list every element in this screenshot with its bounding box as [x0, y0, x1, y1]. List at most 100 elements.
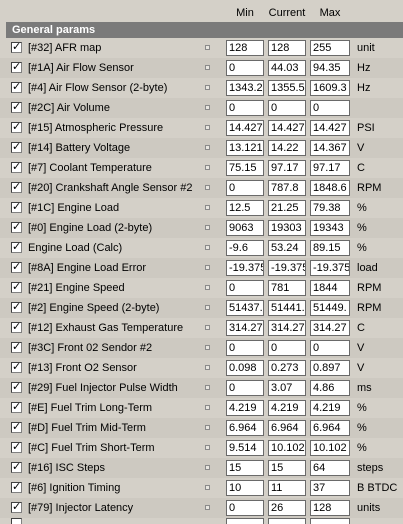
- graph-toggle-icon[interactable]: [205, 305, 210, 310]
- param-checkbox[interactable]: [11, 280, 22, 293]
- max-value-field: 19343: [310, 220, 350, 236]
- param-unit: V: [357, 362, 365, 374]
- current-value-field: -19.375: [268, 260, 306, 276]
- param-row[interactable]: [#E] Fuel Trim Long-Term4.2194.2194.219%: [0, 398, 403, 418]
- graph-toggle-icon[interactable]: [205, 125, 210, 130]
- param-row[interactable]: [#2] Engine Speed (2-byte) 51437.51441.51…: [0, 298, 403, 318]
- graph-toggle-icon[interactable]: [205, 285, 210, 290]
- param-name: [#3C] Front 02 Sendor #2: [28, 342, 153, 354]
- graph-toggle-icon[interactable]: [205, 265, 210, 270]
- param-row[interactable]: [#79] Injector Latency 026128 units: [0, 498, 403, 518]
- param-row[interactable]: [#21] Engine Speed 07811844 RPM: [0, 278, 403, 298]
- param-checkbox[interactable]: [11, 100, 22, 113]
- param-checkbox[interactable]: [11, 500, 22, 513]
- param-unit: unit: [357, 42, 375, 54]
- graph-toggle-icon[interactable]: [205, 225, 210, 230]
- param-row[interactable]: [#14] Battery Voltage 13.12114.2214.367 V: [0, 138, 403, 158]
- min-value-field: 75.15: [226, 160, 264, 176]
- graph-toggle-icon[interactable]: [205, 485, 210, 490]
- param-checkbox[interactable]: [11, 140, 22, 153]
- max-value-field: 4.86: [310, 380, 350, 396]
- graph-toggle-icon[interactable]: [205, 365, 210, 370]
- current-value-field: 26: [268, 500, 306, 516]
- graph-toggle-icon[interactable]: [205, 145, 210, 150]
- param-checkbox[interactable]: [11, 440, 22, 453]
- param-row[interactable]: [#8A] Engine Load Error-19.375-19.375-19…: [0, 258, 403, 278]
- param-checkbox[interactable]: [11, 480, 22, 493]
- param-row[interactable]: [#32] AFR map128128255unit: [0, 38, 403, 58]
- param-row[interactable]: [#4] Air Flow Sensor (2-byte) 1343.21355.…: [0, 78, 403, 98]
- graph-toggle-icon[interactable]: [205, 165, 210, 170]
- param-name: [#0] Engine Load (2-byte): [28, 222, 153, 234]
- param-checkbox[interactable]: [11, 260, 22, 273]
- param-checkbox[interactable]: [11, 220, 22, 233]
- graph-toggle-icon[interactable]: [205, 505, 210, 510]
- graph-toggle-icon[interactable]: [205, 205, 210, 210]
- graph-toggle-icon[interactable]: [205, 465, 210, 470]
- param-row[interactable]: [#7] Coolant Temperature75.1597.1797.17C: [0, 158, 403, 178]
- param-name: [#1A] Air Flow Sensor: [28, 62, 134, 74]
- param-checkbox[interactable]: [11, 80, 22, 93]
- param-row[interactable]: [#D] Fuel Trim Mid-Term6.9646.9646.964%: [0, 418, 403, 438]
- param-row[interactable]: [#6] Ignition Timing 101137 B BTDC: [0, 478, 403, 498]
- param-checkbox[interactable]: [11, 420, 22, 433]
- graph-toggle-icon[interactable]: [205, 65, 210, 70]
- param-checkbox[interactable]: [11, 400, 22, 413]
- param-row[interactable]: [#3C] Front 02 Sendor #2000V: [0, 338, 403, 358]
- current-value-field: 128: [268, 40, 306, 56]
- param-unit: Hz: [357, 62, 371, 74]
- checkbox[interactable]: [11, 518, 22, 524]
- param-row[interactable]: [#2C] Air Volume000: [0, 98, 403, 118]
- graph-toggle-icon[interactable]: [205, 425, 210, 430]
- section-header-general-params[interactable]: General params: [6, 22, 403, 38]
- next-row-partial: [0, 518, 403, 524]
- param-row[interactable]: [#0] Engine Load (2-byte) 90631930319343%: [0, 218, 403, 238]
- current-value-field: 4.219: [268, 400, 306, 416]
- param-row[interactable]: [#20] Crankshaft Angle Sensor #2 0787.818…: [0, 178, 403, 198]
- param-checkbox[interactable]: [11, 160, 22, 173]
- min-value-field: 0: [226, 380, 264, 396]
- graph-toggle-icon[interactable]: [205, 325, 210, 330]
- param-checkbox[interactable]: [11, 240, 22, 253]
- param-checkbox[interactable]: [11, 40, 22, 53]
- param-checkbox[interactable]: [11, 360, 22, 373]
- param-unit: V: [357, 342, 365, 354]
- param-row[interactable]: [#29] Fuel Injector Pulse Width 03.074.86…: [0, 378, 403, 398]
- param-row[interactable]: [#15] Atmospheric Pressure14.42714.42714…: [0, 118, 403, 138]
- graph-toggle-icon[interactable]: [205, 445, 210, 450]
- current-value-field: 11: [268, 480, 306, 496]
- graph-toggle-icon[interactable]: [205, 345, 210, 350]
- param-checkbox[interactable]: [11, 300, 22, 313]
- param-row[interactable]: Engine Load (Calc) -9.653.2489.15%: [0, 238, 403, 258]
- min-value-field: 314.27: [226, 320, 264, 336]
- param-checkbox[interactable]: [11, 60, 22, 73]
- param-row[interactable]: [#C] Fuel Trim Short-Term9.51410.10210.1…: [0, 438, 403, 458]
- param-checkbox[interactable]: [11, 320, 22, 333]
- param-checkbox[interactable]: [11, 340, 22, 353]
- param-row[interactable]: [#12] Exhaust Gas Temperature314.27314.2…: [0, 318, 403, 338]
- current-value-field: [268, 518, 306, 524]
- max-value-field: 4.219: [310, 400, 350, 416]
- graph-toggle-icon[interactable]: [205, 405, 210, 410]
- param-checkbox[interactable]: [11, 460, 22, 473]
- param-checkbox[interactable]: [11, 380, 22, 393]
- graph-toggle-icon[interactable]: [205, 105, 210, 110]
- param-checkbox[interactable]: [11, 120, 22, 133]
- param-name: [#29] Fuel Injector Pulse Width: [28, 382, 178, 394]
- current-value-field: 1355.5: [268, 80, 306, 96]
- param-name: [#C] Fuel Trim Short-Term: [28, 442, 155, 454]
- graph-toggle-icon[interactable]: [205, 45, 210, 50]
- param-name: [#D] Fuel Trim Mid-Term: [28, 422, 146, 434]
- param-name: [#16] ISC Steps: [28, 462, 106, 474]
- param-row[interactable]: [#13] Front O2 Sensor 0.0980.2730.897 V: [0, 358, 403, 378]
- param-row[interactable]: [#1A] Air Flow Sensor 044.0394.35 Hz: [0, 58, 403, 78]
- graph-toggle-icon[interactable]: [205, 85, 210, 90]
- param-checkbox[interactable]: [11, 180, 22, 193]
- param-row[interactable]: [#1C] Engine Load 12.521.2579.38%: [0, 198, 403, 218]
- param-row[interactable]: [#16] ISC Steps151564steps: [0, 458, 403, 478]
- graph-toggle-icon[interactable]: [205, 245, 210, 250]
- graph-toggle-icon[interactable]: [205, 385, 210, 390]
- param-unit: RPM: [357, 302, 382, 314]
- param-checkbox[interactable]: [11, 200, 22, 213]
- graph-toggle-icon[interactable]: [205, 185, 210, 190]
